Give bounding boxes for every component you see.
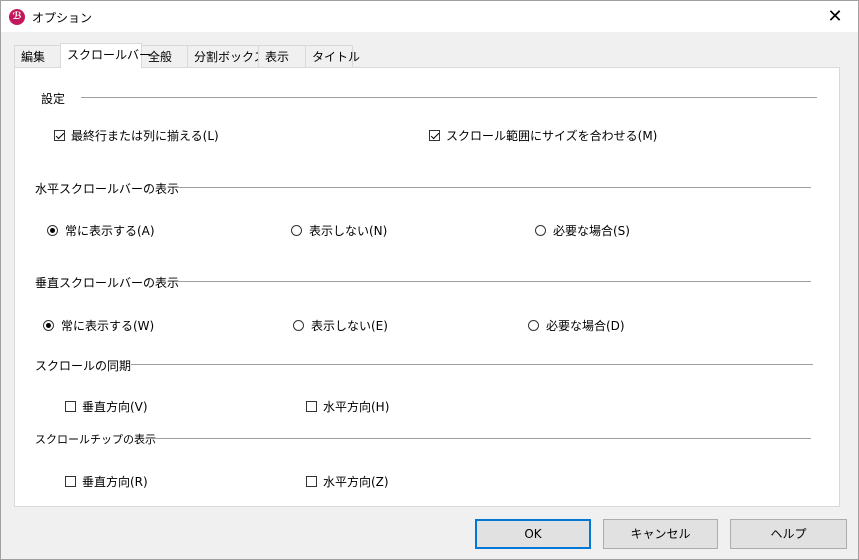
- tab-scrollbar[interactable]: スクロールバー: [60, 43, 151, 68]
- radio-button[interactable]: [47, 225, 58, 236]
- tip-horizontal-label: 水平方向(Z): [323, 475, 389, 489]
- sync-vertical-checkbox[interactable]: 垂直方向(V): [65, 398, 148, 415]
- scroll-sync-group-label: スクロールの同期: [35, 359, 132, 373]
- v-auto-radio[interactable]: 必要な場合(D): [528, 317, 625, 334]
- h-auto-radio[interactable]: 必要な場合(S): [535, 222, 630, 239]
- scroll-tip-separator: [149, 438, 811, 439]
- fit-size-label: スクロール範囲にサイズを合わせる(M): [446, 129, 658, 143]
- radio-button[interactable]: [291, 225, 302, 236]
- radio-button[interactable]: [293, 320, 304, 331]
- options-dialog: ℬ オプション ✕ 編集 スクロールバー 全般 分割ボックス 表示 タイトル 設…: [0, 0, 859, 560]
- h-never-label: 表示しない(N): [309, 224, 388, 238]
- h-never-radio[interactable]: 表示しない(N): [291, 222, 387, 239]
- checkbox-box[interactable]: [306, 476, 317, 487]
- checkbox-box[interactable]: [54, 130, 65, 141]
- h-always-label: 常に表示する(A): [65, 224, 155, 238]
- horizontal-scrollbar-separator: [177, 187, 811, 188]
- v-never-label: 表示しない(E): [311, 319, 388, 333]
- tab-edit[interactable]: 編集: [14, 45, 61, 67]
- tip-vertical-label: 垂直方向(R): [82, 475, 148, 489]
- v-auto-label: 必要な場合(D): [546, 319, 625, 333]
- settings-separator: [81, 97, 817, 98]
- h-auto-label: 必要な場合(S): [553, 224, 630, 238]
- sync-vertical-label: 垂直方向(V): [82, 400, 148, 414]
- horizontal-scrollbar-group-label: 水平スクロールバーの表示: [35, 182, 180, 196]
- v-never-radio[interactable]: 表示しない(E): [293, 317, 388, 334]
- close-icon[interactable]: ✕: [812, 1, 858, 32]
- sync-horizontal-checkbox[interactable]: 水平方向(H): [306, 398, 389, 415]
- scroll-sync-separator: [131, 364, 813, 365]
- tip-vertical-checkbox[interactable]: 垂直方向(R): [65, 473, 148, 490]
- h-always-radio[interactable]: 常に表示する(A): [47, 222, 155, 239]
- checkbox-box[interactable]: [429, 130, 440, 141]
- tab-title[interactable]: タイトル: [305, 45, 360, 67]
- title-bar: ℬ オプション ✕: [1, 1, 858, 32]
- checkbox-box[interactable]: [65, 476, 76, 487]
- vertical-scrollbar-separator: [177, 281, 811, 282]
- v-always-label: 常に表示する(W): [61, 319, 155, 333]
- cancel-button[interactable]: キャンセル: [603, 519, 718, 549]
- help-button[interactable]: ヘルプ: [730, 519, 847, 549]
- window-title: オプション: [32, 11, 93, 25]
- vertical-scrollbar-group-label: 垂直スクロールバーの表示: [35, 276, 180, 290]
- v-always-radio[interactable]: 常に表示する(W): [43, 317, 154, 334]
- radio-button[interactable]: [535, 225, 546, 236]
- settings-group-label: 設定: [41, 92, 66, 106]
- align-last-line-checkbox[interactable]: 最終行または列に揃える(L): [54, 127, 219, 144]
- ok-button[interactable]: OK: [475, 519, 591, 549]
- checkbox-box[interactable]: [65, 401, 76, 412]
- tip-horizontal-checkbox[interactable]: 水平方向(Z): [306, 473, 389, 490]
- app-icon: ℬ: [9, 9, 25, 25]
- tab-display[interactable]: 表示: [258, 45, 306, 67]
- radio-button[interactable]: [528, 320, 539, 331]
- fit-size-checkbox[interactable]: スクロール範囲にサイズを合わせる(M): [429, 127, 657, 144]
- checkbox-box[interactable]: [306, 401, 317, 412]
- align-last-line-label: 最終行または列に揃える(L): [71, 129, 219, 143]
- sync-horizontal-label: 水平方向(H): [323, 400, 390, 414]
- scroll-tip-group-label: スクロールチップの表示: [35, 433, 156, 446]
- tab-split-box[interactable]: 分割ボックス: [187, 45, 266, 67]
- radio-button[interactable]: [43, 320, 54, 331]
